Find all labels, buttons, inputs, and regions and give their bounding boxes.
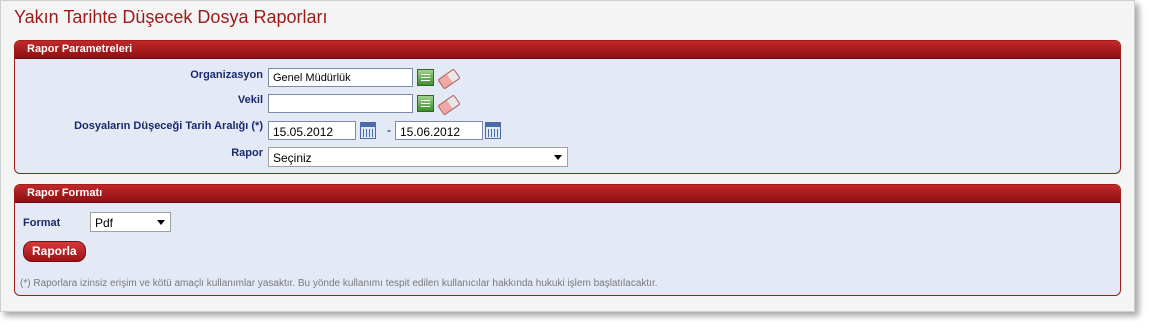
chevron-down-icon — [554, 155, 562, 160]
format-select[interactable]: Pdf — [90, 212, 171, 232]
organization-label: Organizasyon — [190, 69, 263, 81]
report-format-header: Rapor Formatı — [15, 185, 1120, 203]
date-to-field[interactable]: 15.06.2012 — [395, 121, 483, 140]
format-selected-value: Pdf — [95, 216, 114, 230]
chevron-down-icon — [157, 220, 165, 225]
organization-eraser-icon[interactable] — [437, 68, 461, 90]
proxy-list-icon[interactable] — [417, 95, 434, 112]
date-range-label: Dosyaların Düşeceği Tarih Aralığı (*) — [74, 120, 263, 132]
report-parameters-panel: Rapor Parametreleri Organizasyon Genel M… — [14, 40, 1121, 174]
report-format-panel: Rapor Formatı Format Pdf Raporla (*) Rap… — [14, 184, 1121, 296]
report-selected-value: Seçiniz — [273, 151, 312, 165]
format-label: Format — [23, 217, 61, 229]
report-button[interactable]: Raporla — [23, 241, 86, 262]
date-from-calendar-icon[interactable] — [360, 122, 376, 139]
date-from-field[interactable]: 15.05.2012 — [268, 121, 356, 140]
page-container: Yakın Tarihte Düşecek Dosya Raporları Ra… — [0, 0, 1135, 312]
date-to-calendar-icon[interactable] — [485, 122, 501, 139]
organization-list-icon[interactable] — [417, 69, 434, 86]
report-parameters-header: Rapor Parametreleri — [15, 41, 1120, 59]
page-title: Yakın Tarihte Düşecek Dosya Raporları — [14, 7, 328, 27]
report-select[interactable]: Seçiniz — [268, 147, 568, 167]
proxy-field[interactable] — [268, 94, 413, 113]
report-label: Rapor — [231, 147, 263, 159]
proxy-label: Vekil — [237, 94, 263, 106]
organization-field[interactable]: Genel Müdürlük — [268, 68, 413, 87]
disclaimer-note: (*) Raporlara izinsiz erişim ve kötü ama… — [20, 278, 658, 289]
proxy-eraser-icon[interactable] — [437, 94, 461, 116]
date-separator: - — [387, 123, 391, 137]
